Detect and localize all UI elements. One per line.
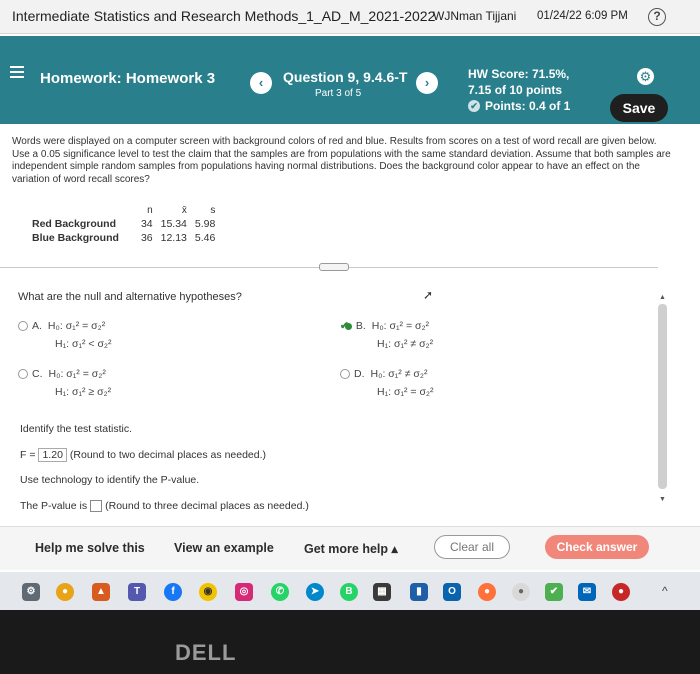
alternative-hypothesis: H₁: σ₁² ≥ σ₂² [55,386,112,398]
screen: Intermediate Statistics and Research Met… [0,0,700,610]
title-bar: Intermediate Statistics and Research Met… [0,0,700,34]
use-technology-text: Use technology to identify the P-value. [20,474,200,486]
table-row: Blue Background 36 12.13 5.46 [28,231,219,245]
whatsapp-business-icon[interactable]: B [340,583,358,601]
question-points: Points: 0.4 of 1 [485,99,571,113]
mail-icon[interactable]: ✉ [578,583,596,601]
teams-icon[interactable]: T [128,583,146,601]
dell-logo: DELL [175,640,237,665]
table-cell: 5.98 [194,218,216,230]
chevron-up-icon[interactable]: ^ [662,584,668,598]
f-label: F = [20,449,36,461]
facebook-icon[interactable]: f [164,583,182,601]
hw-score: HW Score: 71.5%, [468,67,570,81]
scroll-up-icon[interactable]: ▲ [659,294,666,301]
app-icon[interactable]: ▦ [373,583,391,601]
option-c[interactable]: C. H₀: σ₁² = σ₂² H₁: σ₁² ≥ σ₂² [18,368,111,398]
null-hypothesis: H₀: σ₁² = σ₂² [371,320,430,332]
radio-c[interactable] [18,369,28,380]
action-footer: Help me solve this View an example Get m… [0,526,700,570]
question-title: Question 9, 9.4.6-T [283,69,408,85]
radio-d[interactable] [340,369,350,380]
scrollbar[interactable]: ▲ ▼ [658,274,668,504]
question-part: Part 3 of 5 [315,88,362,99]
row-label: Blue Background [32,232,119,244]
p-value-label: The P-value is [20,500,88,512]
alternative-hypothesis: H₁: σ₁² = σ₂² [377,386,434,398]
alternative-hypothesis: H₁: σ₁² ≠ σ₂² [377,338,434,350]
p-value-input[interactable] [90,500,103,513]
table-cell: 15.34 [160,218,187,230]
table-cell: 12.13 [160,232,187,244]
f-statistic-row: F = 1.20 (Round to two decimal places as n… [20,448,266,462]
check-app-icon[interactable]: ✔ [545,583,563,601]
mouse-cursor-icon: ➚ [423,288,434,302]
scrollbar-thumb[interactable] [658,304,667,489]
radio-a[interactable] [18,321,28,332]
user-name: WJNman Tijjani [433,9,517,23]
null-hypothesis: H₀: σ₁² = σ₂² [48,368,106,380]
column-header: n [147,204,153,216]
null-hypothesis: H₀: σ₁² = σ₂² [47,320,106,332]
column-header: s [210,204,216,216]
column-header: x̄ [181,204,187,216]
table-cell: 36 [140,232,153,244]
chrome-app-icon[interactable]: ● [512,583,530,601]
outlook-icon[interactable]: O [443,583,461,601]
date-time: 01/24/22 6:09 PM [537,10,628,22]
taskbar: ⚙ ● ▲ T f ◉ ◎ ✆ ➤ B ▦ ▮ O ● ● ✔ ✉ ● ^ [0,572,700,610]
clear-all-button[interactable]: Clear all [434,535,510,559]
p-value-rounding-note: (Round to three decimal places as needed… [105,500,309,512]
row-label: Red Background [32,218,117,230]
problem-statement: Words were displayed on a computer scree… [12,136,671,185]
help-me-solve-link[interactable]: Help me solve this [35,541,145,555]
alternative-hypothesis: H₁: σ₁² < σ₂² [55,338,112,350]
save-button[interactable]: Save [610,94,668,122]
next-question-button[interactable]: › [416,72,438,94]
option-d[interactable]: D. H₀: σ₁² ≠ σ₂² H₁: σ₁² = σ₂² [340,368,434,398]
score-panel: HW Score: 71.5%, 7.15 of 10 points ✔ Poi… [468,66,570,114]
view-example-link[interactable]: View an example [174,541,274,555]
p-value-row: The P-value is (Round to three decimal pl… [20,500,309,513]
record-icon[interactable]: ● [612,583,630,601]
course-title: Intermediate Statistics and Research Met… [12,8,436,24]
homework-header: Homework: Homework 3 ‹ Question 9, 9.4.6… [0,36,700,124]
previous-question-button[interactable]: ‹ [250,72,272,94]
resize-handle[interactable] [319,263,349,271]
table-cell: 34 [140,218,153,230]
hypotheses-question: What are the null and alternative hypoth… [18,291,242,303]
get-more-help-link[interactable]: Get more help ▴ [304,541,398,556]
whatsapp-icon[interactable]: ✆ [271,583,289,601]
score-points: 7.15 of 10 points [468,83,563,97]
option-b[interactable]: ✔B.H₀: σ₁² = σ₂² H₁: σ₁² ≠ σ₂² [340,320,433,350]
f-rounding-note: (Round to two decimal places as needed.) [69,449,267,461]
f-value-input[interactable]: 1.20 [38,448,67,462]
table-cell: 5.46 [194,232,216,244]
camera-icon[interactable]: ◉ [199,583,217,601]
data-table: n x̄ s Red Background 34 15.34 5.98 Blue… [28,203,219,245]
warning-icon[interactable]: ▲ [92,583,110,601]
firefox-icon[interactable]: ● [478,583,496,601]
table-row: Red Background 34 15.34 5.98 [28,217,219,231]
help-icon[interactable]: ? [648,8,666,26]
check-answer-button[interactable]: Check answer [545,535,649,559]
telegram-icon[interactable]: ➤ [306,583,324,601]
menu-icon[interactable] [10,66,24,78]
instagram-icon[interactable]: ◎ [235,583,253,601]
blue-app-icon[interactable]: ▮ [410,583,428,601]
identify-statistic-text: Identify the test statistic. [20,423,133,435]
settings-icon[interactable]: ⚙ [22,583,40,601]
scroll-down-icon[interactable]: ▼ [659,496,666,503]
gear-icon[interactable]: ⚙ [637,68,654,85]
question-content: Words were displayed on a computer scree… [0,124,700,574]
null-hypothesis: H₀: σ₁² ≠ σ₂² [370,368,428,380]
points-check-icon: ✔ [468,100,480,112]
homework-title[interactable]: Homework: Homework 3 [40,70,215,87]
radio-b[interactable] [344,322,352,330]
option-a[interactable]: A. H₀: σ₁² = σ₂² H₁: σ₁² < σ₂² [18,320,112,350]
chrome-icon[interactable]: ● [56,583,74,601]
